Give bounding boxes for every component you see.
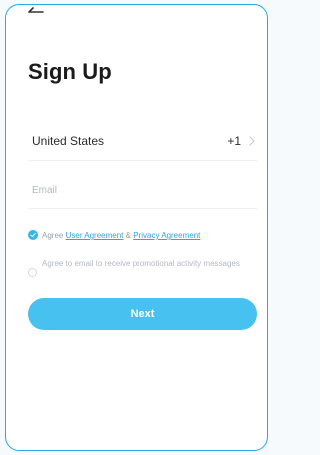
agreement-row: Agree User Agreement & Privacy Agreement <box>28 228 263 244</box>
agreement-prefix: Agree <box>42 231 64 240</box>
page-title: Sign Up <box>28 59 112 84</box>
back-arrow-icon[interactable] <box>28 5 44 17</box>
promo-checkbox[interactable] <box>28 268 37 277</box>
agreement-separator: & <box>125 231 131 240</box>
user-agreement-link[interactable]: User Agreement <box>66 231 124 240</box>
promo-consent-row: Agree to email to receive promotional ac… <box>28 259 263 287</box>
phone-frame: Sign Up United States +1 Agree User Agre… <box>5 4 268 451</box>
country-name: United States <box>32 134 105 148</box>
country-selector[interactable]: United States +1 <box>28 122 257 161</box>
next-button[interactable]: Next <box>28 298 257 330</box>
country-code: +1 <box>227 134 241 148</box>
agreement-checkbox[interactable] <box>28 230 38 240</box>
email-field[interactable] <box>28 173 257 209</box>
chevron-right-icon <box>248 134 256 146</box>
promo-consent-label: Agree to email to receive promotional ac… <box>42 259 240 268</box>
privacy-agreement-link[interactable]: Privacy Agreement <box>133 231 200 240</box>
agreement-text: Agree User Agreement & Privacy Agreement <box>42 231 200 240</box>
